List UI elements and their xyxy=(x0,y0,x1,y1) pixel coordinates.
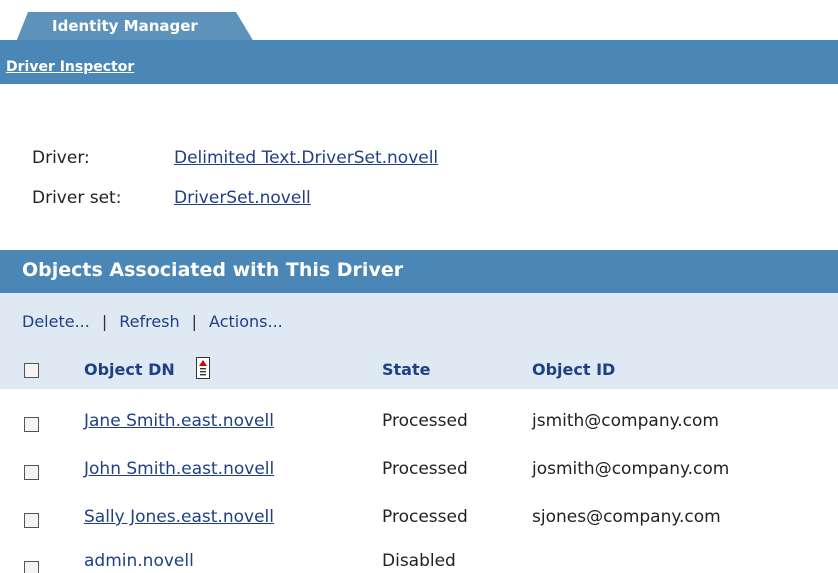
object-dn-link[interactable]: Jane Smith.east.novell xyxy=(84,411,274,431)
driver-inspector-page: Identity Manager Driver Inspector Driver… xyxy=(0,0,838,573)
driver-inspector-link[interactable]: Driver Inspector xyxy=(6,59,134,75)
toolbar-separator: | xyxy=(101,312,108,331)
row-checkbox[interactable] xyxy=(24,513,39,528)
select-all-checkbox[interactable] xyxy=(24,363,39,378)
object-state: Processed xyxy=(382,411,468,431)
objects-panel-title: Objects Associated with This Driver xyxy=(22,259,404,281)
object-id: jsmith@company.com xyxy=(532,411,719,431)
driver-link[interactable]: Delimited Text.DriverSet.novell xyxy=(174,148,438,168)
tab-identity-manager-label[interactable]: Identity Manager xyxy=(52,17,198,35)
column-header-state[interactable]: State xyxy=(382,360,430,379)
object-dn-link[interactable]: admin.novell xyxy=(84,551,194,571)
object-state: Processed xyxy=(382,507,468,527)
delete-button[interactable]: Delete... xyxy=(22,312,90,331)
row-checkbox[interactable] xyxy=(24,561,39,573)
driver-set-label: Driver set: xyxy=(32,188,122,208)
object-dn-link[interactable]: John Smith.east.novell xyxy=(84,459,274,479)
object-id: sjones@company.com xyxy=(532,507,721,527)
row-checkbox[interactable] xyxy=(24,417,39,432)
objects-toolbar: Delete... | Refresh | Actions... xyxy=(22,312,283,331)
object-state: Disabled xyxy=(382,551,456,571)
sort-descending-icon[interactable] xyxy=(196,357,210,379)
driver-label: Driver: xyxy=(32,148,90,168)
sort-arrow-icon xyxy=(199,360,207,376)
object-dn-link[interactable]: Sally Jones.east.novell xyxy=(84,507,274,527)
driver-set-link[interactable]: DriverSet.novell xyxy=(174,188,311,208)
refresh-button[interactable]: Refresh xyxy=(119,312,179,331)
row-checkbox[interactable] xyxy=(24,465,39,480)
column-header-object-id[interactable]: Object ID xyxy=(532,360,615,379)
object-id: josmith@company.com xyxy=(532,459,730,479)
column-header-object-dn[interactable]: Object DN xyxy=(84,360,175,379)
actions-button[interactable]: Actions... xyxy=(209,312,283,331)
toolbar-separator: | xyxy=(191,312,198,331)
object-state: Processed xyxy=(382,459,468,479)
